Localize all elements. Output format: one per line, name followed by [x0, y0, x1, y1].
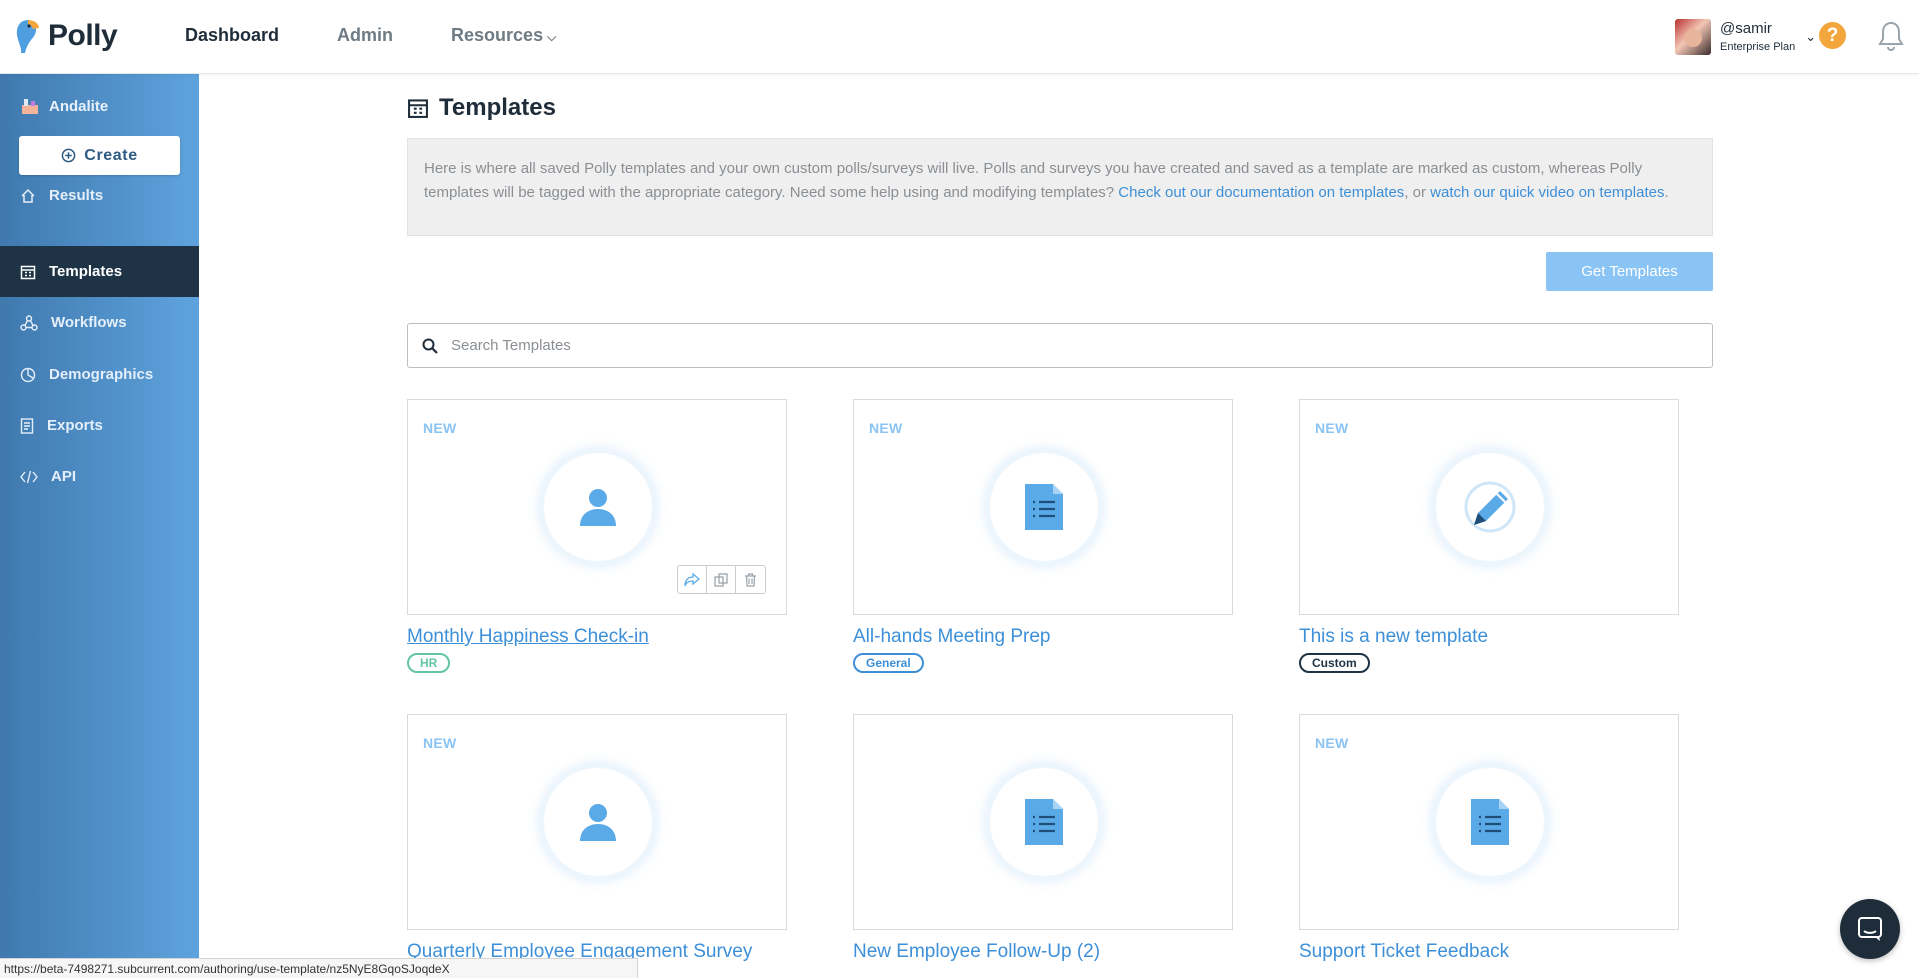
- sidebar-item-label: Workflows: [51, 314, 127, 331]
- category-tag: Custom: [1299, 653, 1370, 673]
- code-icon: [20, 470, 38, 483]
- template-title[interactable]: All-hands Meeting Prep: [853, 626, 1051, 648]
- template-card[interactable]: NEW: [1299, 714, 1679, 930]
- home-icon: [21, 188, 35, 203]
- nav-admin[interactable]: Admin: [337, 25, 393, 46]
- link-status-bar: https://beta-7498271.subcurrent.com/auth…: [0, 958, 638, 978]
- get-templates-button[interactable]: Get Templates: [1546, 252, 1713, 291]
- card-actions: [677, 565, 766, 594]
- search-icon: [422, 338, 438, 354]
- sidebar-item-label: Results: [49, 187, 104, 204]
- top-bar: Polly Dashboard Admin Resources ⌵ @samir …: [0, 0, 1919, 74]
- user-info: @samir Enterprise Plan: [1720, 19, 1796, 54]
- sidebar-item-label: Templates: [49, 263, 123, 280]
- user-icon: [580, 804, 616, 841]
- document-icon: [1471, 799, 1509, 845]
- search-bar: [407, 323, 1713, 368]
- video-link[interactable]: watch our quick video on templates: [1430, 184, 1664, 201]
- brand-name: Polly: [48, 19, 118, 52]
- new-badge: NEW: [1315, 420, 1349, 436]
- templates-info-box: Here is where all saved Polly templates …: [407, 138, 1713, 236]
- category-tag: General: [853, 653, 924, 673]
- document-icon: [1025, 484, 1063, 530]
- pencil-icon: [1464, 481, 1516, 533]
- template-card[interactable]: NEW: [1299, 399, 1679, 615]
- document-icon: [20, 417, 34, 434]
- polly-logo[interactable]: Polly: [14, 18, 118, 54]
- org-switcher[interactable]: Andalite: [20, 96, 108, 116]
- chevron-down-icon: ⌄: [1805, 29, 1817, 44]
- sidebar-item-label: Demographics: [49, 366, 154, 383]
- create-label: Create: [84, 146, 138, 164]
- nav-dashboard[interactable]: Dashboard: [185, 25, 279, 46]
- template-title[interactable]: Support Ticket Feedback: [1299, 941, 1509, 963]
- org-icon: [22, 99, 38, 114]
- sidebar-item-label: API: [51, 468, 77, 485]
- org-name: Andalite: [49, 97, 109, 115]
- template-title[interactable]: Monthly Happiness Check-in: [407, 626, 649, 648]
- info-text: , or: [1404, 184, 1431, 201]
- document-icon: [1025, 799, 1063, 845]
- new-badge: NEW: [1315, 735, 1349, 751]
- template-card[interactable]: NEW: [407, 399, 787, 615]
- new-badge: NEW: [423, 420, 457, 436]
- card-icon-circle: [990, 453, 1098, 561]
- new-badge: NEW: [423, 735, 457, 751]
- page-title-text: Templates: [439, 94, 556, 121]
- template-title[interactable]: New Employee Follow-Up (2): [853, 941, 1100, 963]
- template-card[interactable]: NEW: [853, 399, 1233, 615]
- nav-resources-label: Resources: [451, 25, 544, 45]
- sidebar-item-exports[interactable]: Exports: [0, 400, 199, 451]
- info-text: .: [1664, 184, 1669, 201]
- sidebar-item-label: Exports: [47, 417, 103, 434]
- chat-launcher-button[interactable]: [1840, 899, 1900, 959]
- user-icon: [580, 489, 616, 526]
- main-nav: Dashboard Admin Resources ⌵: [185, 25, 556, 46]
- documentation-link[interactable]: Check out our documentation on templates: [1118, 184, 1404, 201]
- sidebar-item-workflows[interactable]: Workflows: [0, 297, 199, 348]
- trash-icon[interactable]: [736, 566, 765, 593]
- card-icon-circle: [544, 768, 652, 876]
- new-badge: NEW: [869, 420, 903, 436]
- help-button[interactable]: ?: [1819, 22, 1846, 49]
- nav-resources[interactable]: Resources ⌵: [451, 25, 556, 46]
- sidebar-item-demographics[interactable]: Demographics: [0, 349, 199, 400]
- plus-circle-icon: [61, 148, 76, 163]
- template-title[interactable]: This is a new template: [1299, 626, 1488, 648]
- duplicate-icon[interactable]: [707, 566, 736, 593]
- card-icon-circle: [1436, 768, 1544, 876]
- template-card[interactable]: NEW: [407, 714, 787, 930]
- sidebar-item-api[interactable]: API: [0, 451, 199, 502]
- calendar-icon: [408, 99, 428, 118]
- category-tag: HR: [407, 653, 451, 673]
- avatar: [1675, 19, 1711, 55]
- user-handle: @samir: [1720, 19, 1772, 37]
- chat-icon: [1858, 917, 1882, 941]
- sidebar-item-templates[interactable]: Templates: [0, 246, 199, 297]
- share-icon[interactable]: [678, 566, 707, 593]
- bell-icon[interactable]: [1876, 20, 1906, 52]
- parrot-logo-icon: [16, 20, 39, 53]
- chevron-down-icon: ⌵: [547, 30, 557, 44]
- sidebar-item-results[interactable]: Results: [0, 170, 199, 221]
- user-plan: Enterprise Plan: [1720, 41, 1796, 54]
- card-icon-circle: [990, 768, 1098, 876]
- demographics-icon: [20, 367, 36, 382]
- search-input[interactable]: [451, 337, 1651, 354]
- sidebar: Andalite Create Results Templates Workfl…: [0, 74, 199, 978]
- page-title: Templates: [407, 94, 556, 122]
- card-icon-circle: [544, 453, 652, 561]
- calendar-icon: [20, 265, 36, 279]
- user-menu[interactable]: @samir Enterprise Plan ⌄: [1675, 19, 1816, 55]
- card-icon-circle: [1436, 453, 1544, 561]
- template-card[interactable]: [853, 714, 1233, 930]
- workflow-icon: [20, 314, 38, 331]
